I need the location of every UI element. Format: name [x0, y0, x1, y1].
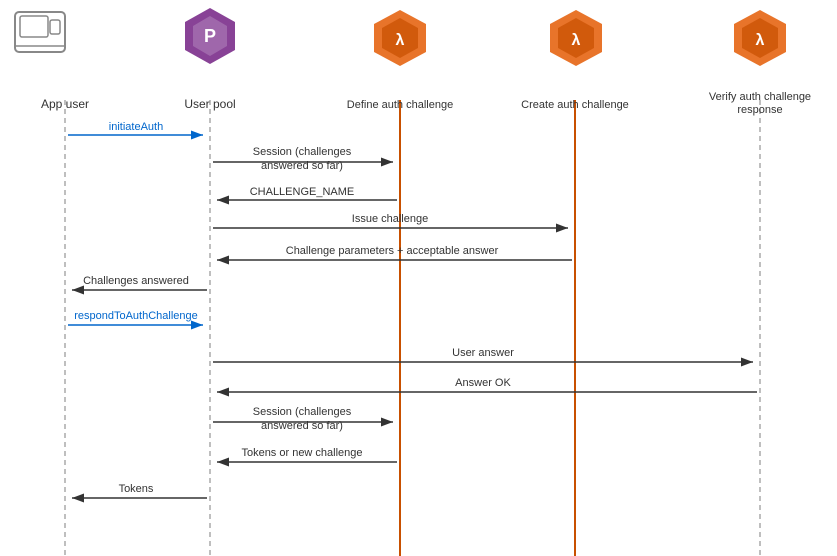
- app-user-icon-tablet: [20, 16, 48, 37]
- verify-auth-icon: λ: [734, 10, 786, 66]
- label-initiate-auth: initiateAuth: [109, 121, 163, 133]
- svg-text:λ: λ: [572, 32, 581, 49]
- label-verify-auth-1: Verify auth challenge: [709, 91, 811, 103]
- diagram: P λ λ λ App user User pool Define auth c…: [0, 0, 837, 556]
- label-challenge-name: CHALLENGE_NAME: [250, 186, 355, 198]
- label-respond-to-auth: respondToAuthChallenge: [74, 310, 198, 322]
- label-session-2a: Session (challenges: [253, 406, 352, 418]
- label-verify-auth-2: response: [737, 104, 782, 116]
- app-user-icon-phone: [50, 20, 60, 34]
- label-session-1b: answered so far): [261, 160, 343, 172]
- user-pool-icon: P: [185, 8, 235, 64]
- create-auth-icon: λ: [550, 10, 602, 66]
- svg-text:λ: λ: [756, 32, 765, 49]
- label-user-answer: User answer: [452, 347, 514, 359]
- label-create-auth: Create auth challenge: [521, 99, 629, 111]
- label-tokens: Tokens: [119, 483, 154, 495]
- label-define-auth: Define auth challenge: [347, 99, 453, 111]
- label-tokens-or-challenge: Tokens or new challenge: [241, 447, 362, 459]
- label-session-2b: answered so far): [261, 420, 343, 432]
- label-challenges-answered: Challenges answered: [83, 275, 189, 287]
- label-app-user: App user: [41, 97, 89, 111]
- define-auth-icon: λ: [374, 10, 426, 66]
- svg-text:λ: λ: [396, 32, 405, 49]
- label-session-1a: Session (challenges: [253, 146, 352, 158]
- label-challenge-params: Challenge parameters + acceptable answer: [286, 245, 499, 257]
- label-answer-ok: Answer OK: [455, 377, 511, 389]
- sequence-diagram-svg: P λ λ λ App user User pool Define auth c…: [0, 0, 837, 556]
- label-user-pool: User pool: [184, 97, 235, 111]
- svg-text:P: P: [204, 26, 216, 46]
- label-issue-challenge: Issue challenge: [352, 213, 428, 225]
